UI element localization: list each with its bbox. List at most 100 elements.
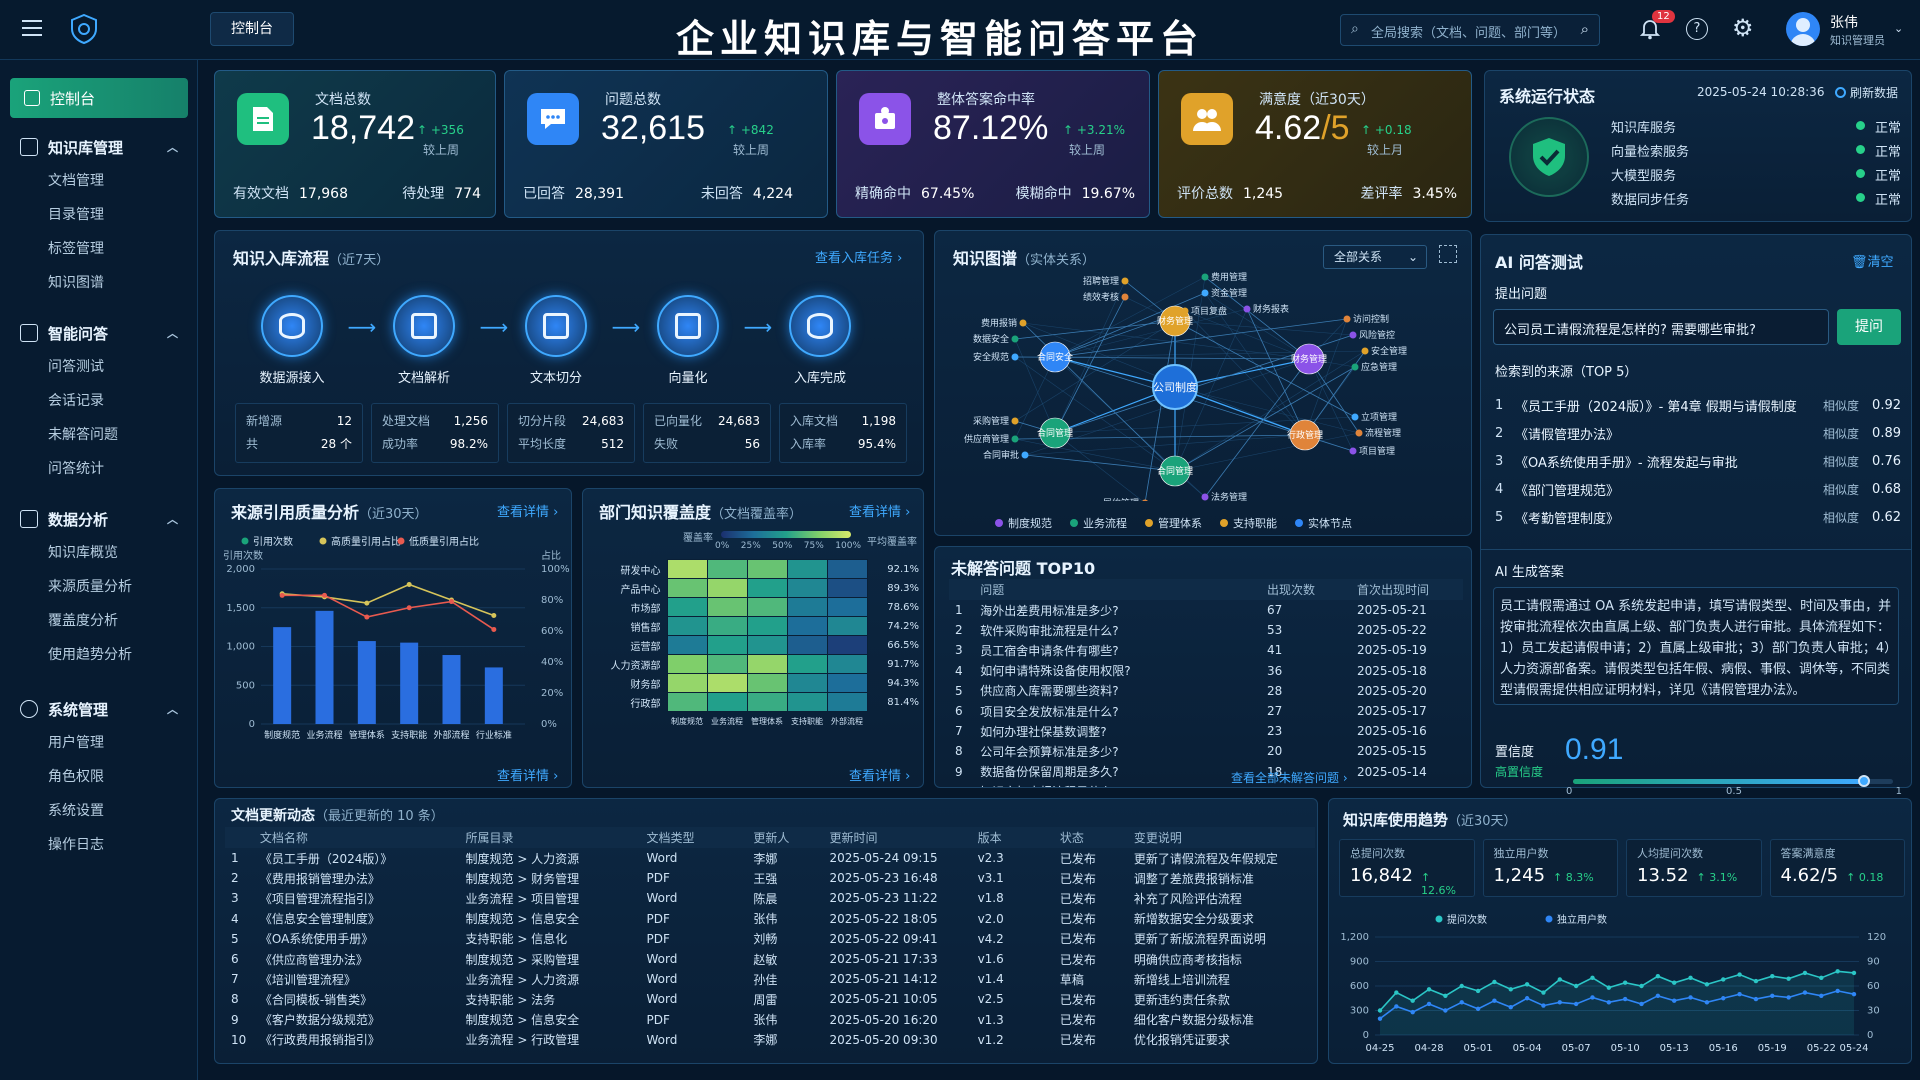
kpi-card-documents[interactable]: 文档总数 18,742 ↑ +356 较上周 有效文档 17,968 待处理 774 — [214, 70, 496, 218]
kpi-value-suffix: /5 — [1321, 109, 1350, 147]
view-all-unanswered-link[interactable]: 查看全部未解答问题 › — [1231, 769, 1348, 786]
source-row[interactable]: 5 《考勤管理制度》 相似度 0.62 — [1495, 503, 1901, 531]
table-row[interactable]: 5 《OA系统使用手册》 支持职能 > 信息化 PDF 刘畅 2025-05-22 09:… — [225, 929, 1315, 949]
table-row[interactable]: 8 《合同模板-销售类》 支持职能 > 法务 Word 周雷 2025-05-21 10:… — [225, 989, 1315, 1009]
question-cell: 如何办理社保基数调整? — [980, 724, 1107, 739]
table-row[interactable]: 5 供应商入库需要哪些资料? 28 2025-05-20 — [949, 681, 1463, 701]
table-row[interactable]: 8 公司年会预算标准是多少? 20 2025-05-15 — [949, 741, 1463, 761]
kpi-card-satisfaction[interactable]: 满意度（近30天） 4.62/5 ↑ +0.18 较上月 评价总数 1,245 差评… — [1158, 70, 1472, 218]
series-point — [1443, 1008, 1448, 1013]
table-row[interactable]: 2 《费用报销管理办法》 制度规范 > 财务管理 PDF 王强 2025-05-23 16… — [225, 868, 1315, 888]
stat-label: 处理文档 — [382, 414, 431, 428]
refresh-button[interactable]: 刷新数据 — [1835, 84, 1898, 101]
kpi-footer-value: 774 — [454, 186, 481, 202]
view-detail-link[interactable]: 查看详情 › — [849, 501, 910, 520]
tab-dashboard[interactable]: 控制台 — [210, 12, 294, 46]
chevron-down-icon: ⌄ — [1407, 250, 1418, 264]
chevron-down-icon[interactable]: ⌄ — [1894, 22, 1903, 35]
sidebar-item-qa-stats[interactable]: 问答统计 — [0, 452, 198, 486]
heatmap-cell — [706, 673, 748, 693]
source-row[interactable]: 3 《OA系统使用手册》- 流程发起与审批 相似度 0.76 — [1495, 447, 1901, 475]
table-row[interactable]: 7 《培训管理流程》 业务流程 > 人力资源 Word 孙佳 2025-05-21 14:… — [225, 969, 1315, 989]
sidebar-item-settings[interactable]: 系统设置 — [0, 794, 198, 828]
bell-icon[interactable]: 12 — [1639, 10, 1675, 40]
source-row[interactable]: 4 《部门管理规范》 相似度 0.68 — [1495, 475, 1901, 503]
relation-filter-select[interactable]: 全部关系 ⌄ — [1323, 245, 1427, 269]
table-row[interactable]: 2 软件采购审批流程是什么? 53 2025-05-22 — [949, 620, 1463, 640]
sidebar-group-header[interactable]: 智能问答 ︿ — [0, 316, 198, 350]
sidebar-group-header[interactable]: 系统管理 ︿ — [0, 692, 198, 726]
table-row[interactable]: 9 《客户数据分级规范》 制度规范 > 信息安全 PDF 张伟 2025-05-20 16… — [225, 1010, 1315, 1030]
view-ingest-tasks-link[interactable]: 查看入库任务 › — [815, 247, 902, 266]
y2-tick-label: 40% — [541, 657, 563, 668]
user-name[interactable]: 张伟 — [1830, 12, 1858, 32]
table-row[interactable]: 1 《员工手册（2024版）》 制度规范 > 人力资源 Word 李娜 2025-05-2… — [225, 848, 1315, 868]
menu-icon[interactable] — [22, 20, 42, 36]
kpi-card-questions[interactable]: 问题总数 32,615 ↑ +842 较上周 已回答 28,391 未回答 4,224 — [504, 70, 828, 218]
doc-editor: 陈晨 — [753, 891, 778, 906]
sidebar-item-source-quality[interactable]: 来源质量分析 — [0, 570, 198, 604]
sidebar-group-header[interactable]: 知识库管理 ︿ — [0, 130, 198, 164]
view-detail-link[interactable]: 查看详情 › — [497, 765, 558, 784]
table-row[interactable]: 3 《项目管理流程指引》 业务流程 > 项目管理 Word 陈晨 2025-05-23 1… — [225, 888, 1315, 908]
sidebar-item-overview[interactable]: 知识库概览 — [0, 536, 198, 570]
similarity-value: 0.76 — [1872, 453, 1901, 469]
clear-button[interactable]: 🗑清空 — [1851, 251, 1894, 270]
doc-time: 2025-05-22 18:05 — [829, 911, 938, 926]
cube-icon[interactable] — [657, 295, 719, 357]
ask-button[interactable]: 提问 — [1837, 309, 1901, 345]
table-row[interactable]: 6 项目安全发放标准是什么? 27 2025-05-17 — [949, 701, 1463, 721]
sidebar-item-roles[interactable]: 角色权限 — [0, 760, 198, 794]
sidebar-item-unanswered[interactable]: 未解答问题 — [0, 418, 198, 452]
doc-status: 已发布 — [1059, 851, 1096, 866]
database-check-icon[interactable] — [789, 295, 851, 357]
coverage-panel: 部门知识覆盖度（文档覆盖率） 查看详情 › 覆盖率 0% 25% 50% 75% 100… — [582, 488, 924, 788]
avatar[interactable] — [1786, 12, 1820, 46]
graph-leaf-label: 流程管理 — [1365, 427, 1401, 439]
table-row[interactable]: 6 《供应商管理办法》 制度规范 > 采购管理 Word 赵敏 2025-05-21 17… — [225, 949, 1315, 969]
table-row[interactable]: 10知识产权申报流程是什么?162025-05-13 — [949, 782, 1463, 787]
sidebar-item-usage-trend[interactable]: 使用趋势分析 — [0, 638, 198, 672]
question-input[interactable]: 公司员工请假流程是怎样的? 需要哪些审批? — [1493, 309, 1829, 345]
view-detail-link[interactable]: 查看详情 › — [497, 501, 558, 520]
sidebar-item-dashboard[interactable]: 控制台 — [10, 78, 188, 118]
table-row[interactable]: 7 如何办理社保基数调整? 23 2025-05-16 — [949, 721, 1463, 741]
table-row[interactable]: 1 海外出差费用标准是多少? 67 2025-05-21 — [949, 600, 1463, 620]
sidebar-item-graph[interactable]: 知识图谱 — [0, 266, 198, 300]
doc-status: 已发布 — [1059, 932, 1096, 947]
grid-icon[interactable] — [525, 295, 587, 357]
view-detail-link[interactable]: 查看详情 › — [849, 765, 910, 784]
sidebar-item-logs[interactable]: 操作日志 — [0, 828, 198, 862]
source-row[interactable]: 2 《请假管理办法》 相似度 0.89 — [1495, 419, 1901, 447]
sidebar-item-sessions[interactable]: 会话记录 — [0, 384, 198, 418]
table-row[interactable]: 9 数据备份保留周期是多久? 18 2025-05-14 — [949, 762, 1463, 782]
sidebar-item-coverage[interactable]: 覆盖度分析 — [0, 604, 198, 638]
kpi-card-hit-rate[interactable]: 整体答案命中率 87.12% ↑ +3.21% 较上周 精确命中 67.45% 模糊… — [836, 70, 1150, 218]
legend-dot — [1145, 519, 1153, 527]
source-row[interactable]: 1 《员工手册（2024版）》- 第4章 假期与请假制度 相似度 0.92 — [1495, 391, 1901, 419]
table-row[interactable]: 10 《行政费用报销指引》 业务流程 > 行政管理 Word 李娜 2025-05-20 … — [225, 1030, 1315, 1050]
table-row[interactable]: 3 员工宿舍申请条件有哪些? 41 2025-05-19 — [949, 640, 1463, 660]
th-4: 更新时间 — [829, 831, 878, 845]
search-input[interactable]: ⌕ 全局搜索（文档、问题、部门等） ⌕ — [1340, 14, 1600, 46]
gear-icon[interactable]: ⚙ — [1732, 14, 1754, 42]
sidebar-item-tags[interactable]: 标签管理 — [0, 232, 198, 266]
sidebar-item-users[interactable]: 用户管理 — [0, 726, 198, 760]
row-label: 财务部 — [630, 679, 661, 691]
knowledge-graph-canvas[interactable]: 公司制度财务管理财务管理合同安全合同管理 行政管理合同管理招聘管理 费用管理资金管理… — [935, 271, 1472, 501]
sidebar-group-header[interactable]: 数据分析 ︿ — [0, 502, 198, 536]
search-submit-icon[interactable]: ⌕ — [1581, 20, 1589, 38]
scale-label: 覆盖率 — [683, 533, 713, 544]
sidebar-item-docs[interactable]: 文档管理 — [0, 164, 198, 198]
x-tick-label: 05-04 — [1513, 1043, 1542, 1054]
sidebar-item-qa-test[interactable]: 问答测试 — [0, 350, 198, 384]
kpi-delta: ↑ +0.18 — [1361, 123, 1412, 137]
table-row[interactable]: 4 如何申请特殊设备使用权限? 36 2025-05-18 — [949, 661, 1463, 681]
database-icon[interactable] — [261, 295, 323, 357]
file-icon[interactable] — [393, 295, 455, 357]
tick: 1 — [1895, 786, 1902, 797]
sidebar-item-catalog[interactable]: 目录管理 — [0, 198, 198, 232]
help-icon[interactable]: ? — [1686, 18, 1708, 40]
fullscreen-icon[interactable] — [1439, 245, 1457, 263]
table-row[interactable]: 4 《信息安全管理制度》 制度规范 > 信息安全 PDF 张伟 2025-05-22 18… — [225, 909, 1315, 929]
